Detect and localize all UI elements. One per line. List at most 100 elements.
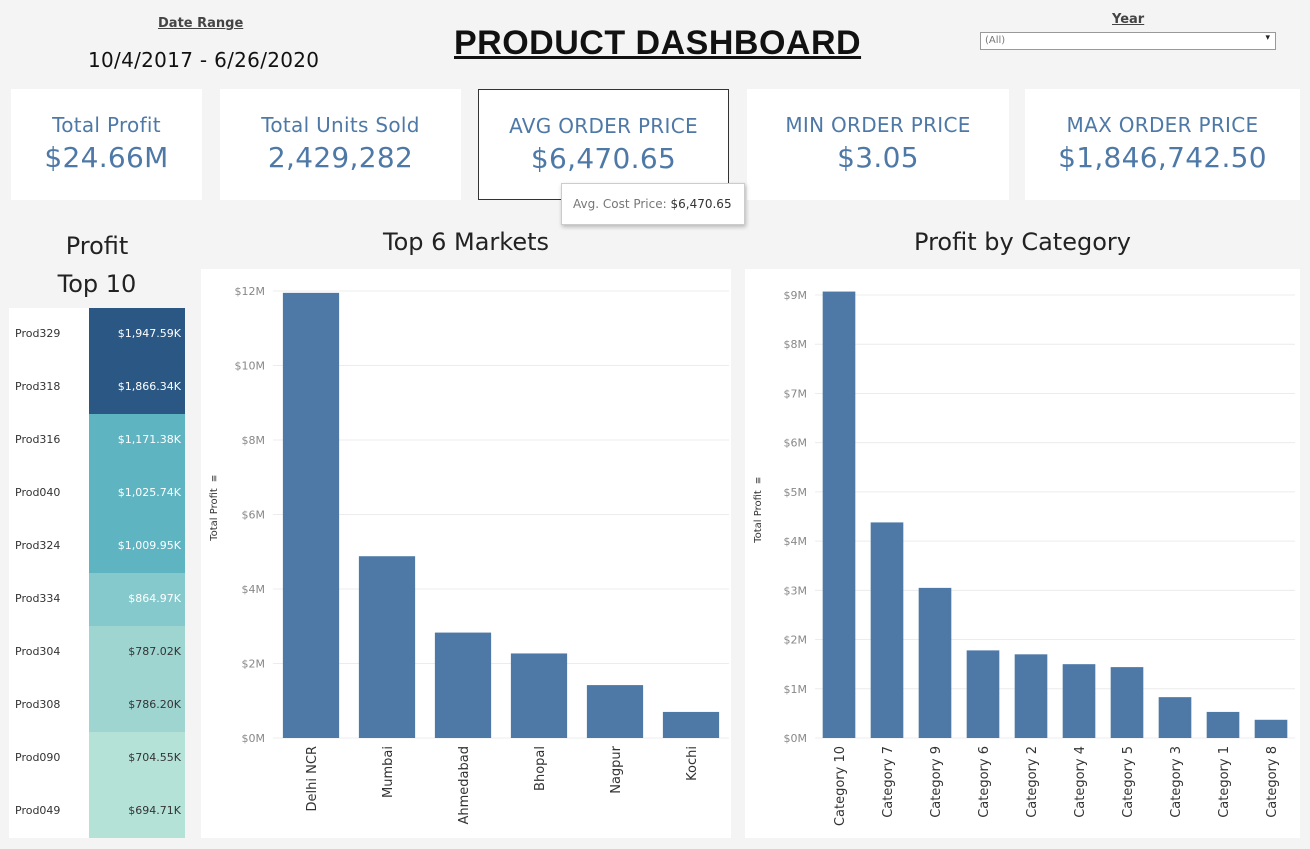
y-tick-label: $6M <box>784 437 808 450</box>
bar[interactable] <box>966 650 1000 738</box>
kpi-min-order-price[interactable]: MIN ORDER PRICE $3.05 <box>747 89 1009 200</box>
y-axis-label: Total Profit <box>209 488 220 542</box>
bar[interactable] <box>662 711 720 738</box>
y-tick-label: $12M <box>235 285 266 298</box>
kpi-max-order-price[interactable]: MAX ORDER PRICE $1,846,742.50 <box>1025 89 1300 200</box>
profit-value: $694.71K <box>128 804 181 817</box>
x-tick-label: Category 7 <box>881 746 896 818</box>
y-tick-label: $8M <box>784 338 808 351</box>
profit-value: $786.20K <box>128 698 181 711</box>
kpi-total-profit[interactable]: Total Profit $24.66M <box>11 89 202 200</box>
x-tick-label: Category 5 <box>1121 746 1136 818</box>
profit-cell[interactable]: $1,866.34K <box>89 361 185 414</box>
profit-cell[interactable]: $704.55K <box>89 732 185 785</box>
x-tick-label: Kochi <box>685 746 700 781</box>
profit-top10-table: Prod329 $1,947.59K Prod318 $1,866.34K Prod31… <box>9 308 185 838</box>
title-line: Profit <box>65 232 129 260</box>
y-tick-label: $1M <box>784 683 808 696</box>
bar[interactable] <box>1206 711 1240 738</box>
product-name: Prod316 <box>15 433 61 446</box>
product-name: Prod090 <box>15 751 61 764</box>
y-tick-label: $2M <box>784 634 808 647</box>
product-name: Prod324 <box>15 539 61 552</box>
bar[interactable] <box>434 632 492 738</box>
profit-value: $1,947.59K <box>117 327 181 340</box>
y-tick-label: $0M <box>784 732 808 745</box>
y-tick-label: $5M <box>784 486 808 499</box>
sort-icon: ≡ <box>754 477 764 485</box>
bar[interactable] <box>1254 719 1288 738</box>
product-name: Prod329 <box>15 327 61 340</box>
y-tick-label: $4M <box>242 583 266 596</box>
dropdown-arrow-icon[interactable]: ▾ <box>1265 33 1270 43</box>
top-markets-chart: $0M $2M $4M $6M $8M $10M $12M Total Profit ≡ Delh… <box>209 285 729 824</box>
profit-value: $1,009.95K <box>117 539 181 552</box>
y-tick-label: $6M <box>242 509 266 522</box>
product-name: Prod318 <box>15 380 61 393</box>
profit-cell[interactable]: $1,171.38K <box>89 414 185 467</box>
bar[interactable] <box>510 653 568 738</box>
kpi-label: MIN ORDER PRICE <box>785 113 971 137</box>
year-filter-dropdown[interactable]: (All) ▾ <box>980 32 1276 50</box>
table-row[interactable]: Prod334 $864.97K <box>9 573 185 626</box>
product-name: Prod308 <box>15 698 61 711</box>
bar[interactable] <box>1110 667 1144 738</box>
profit-cell[interactable]: $787.02K <box>89 626 185 679</box>
bar[interactable] <box>586 685 644 738</box>
kpi-label: Total Profit <box>52 113 161 137</box>
date-range-label: Date Range <box>158 16 244 31</box>
x-tick-label: Nagpur <box>609 745 624 793</box>
bar[interactable] <box>358 556 416 738</box>
table-row[interactable]: Prod040 $1,025.74K <box>9 467 185 520</box>
title-line: Top 10 <box>57 270 137 298</box>
table-row[interactable]: Prod304 $787.02K <box>9 626 185 679</box>
profit-value: $1,866.34K <box>117 380 181 393</box>
table-row[interactable]: Prod090 $704.55K <box>9 732 185 785</box>
profit-top10-title: Profit Top 10 <box>9 227 185 303</box>
date-range-value: 10/4/2017 - 6/26/2020 <box>88 48 320 72</box>
x-tick-label: Ahmedabad <box>457 746 472 824</box>
kpi-value: $6,470.65 <box>530 142 677 175</box>
bar[interactable] <box>918 587 952 738</box>
profit-by-category-chart: $0M $1M $2M $3M $4M $5M $6M $7M $8M $9M Total Prof… <box>753 289 1295 826</box>
bar[interactable] <box>282 292 340 738</box>
y-tick-label: $10M <box>235 360 266 373</box>
table-row[interactable]: Prod324 $1,009.95K <box>9 520 185 573</box>
profit-cell[interactable]: $1,947.59K <box>89 308 185 361</box>
bar[interactable] <box>1014 654 1048 738</box>
x-tick-label: Category 3 <box>1169 746 1184 818</box>
profit-cell[interactable]: $1,009.95K <box>89 520 185 573</box>
kpi-tooltip: Avg. Cost Price: $6,470.65 <box>561 183 745 225</box>
top-markets-title: Top 6 Markets <box>382 228 550 256</box>
bar[interactable] <box>822 291 856 738</box>
table-row[interactable]: Prod308 $786.20K <box>9 679 185 732</box>
year-filter-value: (All) <box>985 35 1006 46</box>
profit-cell[interactable]: $1,025.74K <box>89 467 185 520</box>
table-row[interactable]: Prod049 $694.71K <box>9 785 185 838</box>
profit-cell[interactable]: $864.97K <box>89 573 185 626</box>
x-tick-label: Category 4 <box>1073 746 1088 818</box>
profit-cell[interactable]: $694.71K <box>89 785 185 838</box>
kpi-value: 2,429,282 <box>267 141 414 174</box>
table-row[interactable]: Prod316 $1,171.38K <box>9 414 185 467</box>
bar[interactable] <box>1158 697 1192 738</box>
table-row[interactable]: Prod318 $1,866.34K <box>9 361 185 414</box>
kpi-label: AVG ORDER PRICE <box>509 114 698 138</box>
kpi-total-units-sold[interactable]: Total Units Sold 2,429,282 <box>220 89 461 200</box>
product-name: Prod334 <box>15 592 61 605</box>
tooltip-label: Avg. Cost Price: <box>573 197 667 211</box>
product-name: Prod040 <box>15 486 61 499</box>
bar[interactable] <box>1062 664 1096 738</box>
table-row[interactable]: Prod329 $1,947.59K <box>9 308 185 361</box>
kpi-value: $1,846,742.50 <box>1058 141 1267 174</box>
x-tick-label: Category 9 <box>929 746 944 818</box>
product-name: Prod304 <box>15 645 61 658</box>
sort-icon: ≡ <box>210 475 220 483</box>
y-tick-label: $7M <box>784 387 808 400</box>
profit-cell[interactable]: $786.20K <box>89 679 185 732</box>
x-tick-label: Category 2 <box>1025 746 1040 818</box>
profit-by-category-title: Profit by Category <box>914 228 1131 256</box>
y-axis-label: Total Profit <box>753 490 764 544</box>
profit-value: $1,171.38K <box>117 433 181 446</box>
bar[interactable] <box>870 522 904 738</box>
